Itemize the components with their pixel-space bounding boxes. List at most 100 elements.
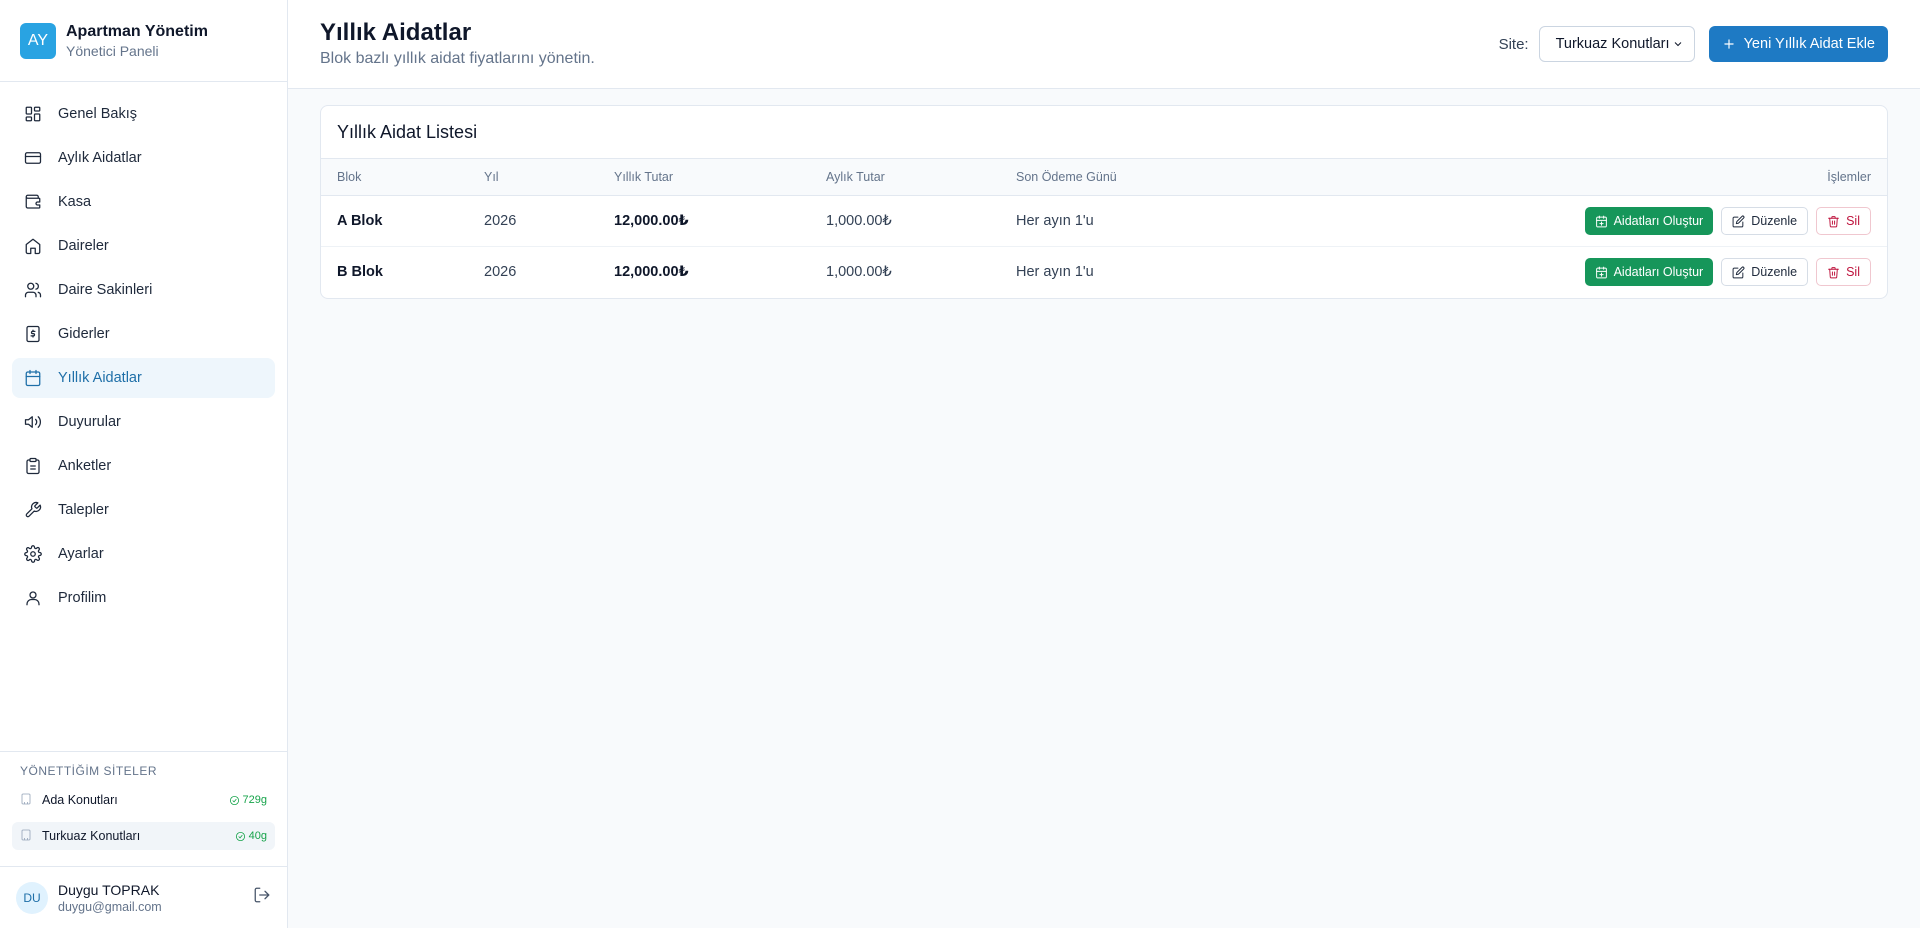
sidebar-item-daireler[interactable]: Daireler [12,226,275,266]
sidebar-item-talepler[interactable]: Talepler [12,490,275,530]
sidebar: AY Apartman Yönetim Yönetici Paneli Gene… [0,0,288,928]
sidebar-item-ayarlar[interactable]: Ayarlar [12,534,275,574]
sidebar-item-label: Daire Sakinleri [58,282,153,298]
trash-icon [1828,266,1839,279]
site-status-badge: 40g [235,830,267,842]
edit-icon [1732,215,1745,227]
clipboard-icon [26,457,40,475]
table-row: B Blok 2026 12,000.00₺ 1,000.00₺ Her ayı… [321,247,1887,298]
plus-icon [1723,39,1734,49]
sidebar-item-label: Kasa [58,194,92,210]
sidebar-item-kasa[interactable]: Kasa [12,182,275,222]
site-select-label: Site: [1498,35,1529,53]
delete-label: Sil [1846,265,1860,280]
site-badge-text: 729g [242,794,267,806]
cell-yil: 2026 [484,213,517,229]
building-icon [20,829,32,844]
column-header: Blok [337,170,362,184]
cell-blok: B Blok [337,264,383,281]
cell-aylik-tutar: 1,000.00₺ [826,264,892,281]
sidebar-item-aylik-aidatlar[interactable]: Aylık Aidatlar [12,138,275,178]
wrench-icon [25,501,42,518]
generate-fees-label: Aidatları Oluştur [1613,265,1704,280]
check-circle-icon [229,795,239,805]
brand-logo: AY [20,22,56,59]
site-badge-text: 40g [248,830,267,842]
sidebar-item-label: Aylık Aidatlar [58,150,142,166]
trash-icon [1828,215,1839,227]
cell-actions: Aidatları Oluştur Düzenle Sil [1261,196,1887,247]
sidebar-item-label: Daireler [58,238,109,254]
check-circle-icon [235,831,245,841]
home-icon [25,238,41,255]
sidebar-item-label: Anketler [58,458,112,474]
credit-card-icon [24,152,42,164]
sidebar-item-label: Genel Bakış [58,106,137,122]
edit-label: Düzenle [1751,265,1798,280]
edit-icon [1732,266,1745,279]
page-header: Yıllık Aidatlar Blok bazlı yıllık aidat … [288,0,1920,89]
managed-sites: YÖNETTİĞİM SİTELER Ada Konutları 729g Tu… [0,751,287,866]
table-header-row: Blok Yıl Yıllık Tutar Aylık Tutar Son Öd… [321,158,1887,196]
sidebar-item-giderler[interactable]: Giderler [12,314,275,354]
card-title: Yıllık Aidat Listesi [337,121,478,142]
delete-button[interactable]: Sil [1816,258,1871,287]
edit-button[interactable]: Düzenle [1721,207,1809,235]
edit-label: Düzenle [1751,214,1798,228]
site-item-turkuaz-konutlari[interactable]: Turkuaz Konutları 40g [12,822,275,850]
receipt-icon [26,325,40,343]
dashboard-icon [25,106,41,122]
site-select[interactable]: Turkuaz Konutları [1538,26,1695,62]
sidebar-nav: Genel Bakış Aylık Aidatlar Kasa Daireler… [0,82,287,751]
calendar-icon [25,369,41,387]
managed-sites-title: YÖNETTİĞİM SİTELER [20,764,158,778]
gear-icon [24,545,42,563]
calendar-plus-icon [1595,266,1607,279]
cell-yil: 2026 [484,264,517,281]
content: Yıllık Aidat Listesi Blok Yıl Yıllık Tut… [288,89,1920,315]
page-subtitle: Blok bazlı yıllık aidat fiyatlarını yöne… [320,50,595,67]
avatar: DU [16,881,48,914]
edit-button[interactable]: Düzenle [1721,258,1809,287]
cell-yillik-tutar: 12,000.00₺ [614,213,689,229]
building-icon [20,793,32,808]
sidebar-item-label: Duyurular [58,414,121,430]
site-item-ada-konutlari[interactable]: Ada Konutları 729g [12,786,275,814]
sidebar-item-label: Giderler [58,326,110,342]
add-annual-fee-label: Yeni Yıllık Aidat Ekle [1743,36,1875,52]
sidebar-item-duyurular[interactable]: Duyurular [12,402,275,442]
users-icon [24,282,42,298]
site-name: Turkuaz Konutları [42,829,141,843]
app-root: AY Apartman Yönetim Yönetici Paneli Gene… [0,0,1920,928]
column-header: Yıllık Tutar [614,170,674,184]
generate-fees-label: Aidatları Oluştur [1613,214,1704,228]
sidebar-item-label: Yıllık Aidatlar [58,370,142,386]
generate-fees-button[interactable]: Aidatları Oluştur [1584,258,1714,287]
page-title: Yıllık Aidatlar [320,19,472,46]
sidebar-item-label: Ayarlar [58,546,104,562]
cell-son-odeme: Her ayın 1'u [1016,213,1094,229]
cell-son-odeme: Her ayın 1'u [1016,264,1094,281]
cell-blok: A Blok [337,213,383,229]
user-profile: DU Duygu TOPRAK duygu@gmail.com [0,866,287,928]
sidebar-item-label: Profilim [58,590,107,606]
column-header: Yıl [484,170,499,184]
logout-button[interactable] [253,886,271,909]
delete-button[interactable]: Sil [1816,207,1871,235]
header-actions: Site: Turkuaz Konutları Yeni Yıllık Aida… [1499,26,1888,62]
cell-aylik-tutar: 1,000.00₺ [826,213,892,229]
column-header: İşlemler [1827,170,1871,184]
sidebar-item-yillik-aidatlar[interactable]: Yıllık Aidatlar [12,358,275,398]
generate-fees-button[interactable]: Aidatları Oluştur [1584,207,1714,235]
brand-subtitle: Yönetici Paneli [66,42,159,59]
sidebar-item-profilim[interactable]: Profilim [12,578,275,618]
sidebar-item-daire-sakinleri[interactable]: Daire Sakinleri [12,270,275,310]
megaphone-icon [24,416,42,428]
cell-yillik-tutar: 12,000.00₺ [614,264,689,281]
add-annual-fee-button[interactable]: Yeni Yıllık Aidat Ekle [1708,26,1888,62]
annual-fee-card: Yıllık Aidat Listesi Blok Yıl Yıllık Tut… [320,105,1888,299]
cell-actions: Aidatları Oluştur Düzenle Sil [1261,247,1887,298]
sidebar-item-anketler[interactable]: Anketler [12,446,275,486]
sidebar-item-genel-bakis[interactable]: Genel Bakış [12,94,275,134]
logout-icon [254,887,270,903]
